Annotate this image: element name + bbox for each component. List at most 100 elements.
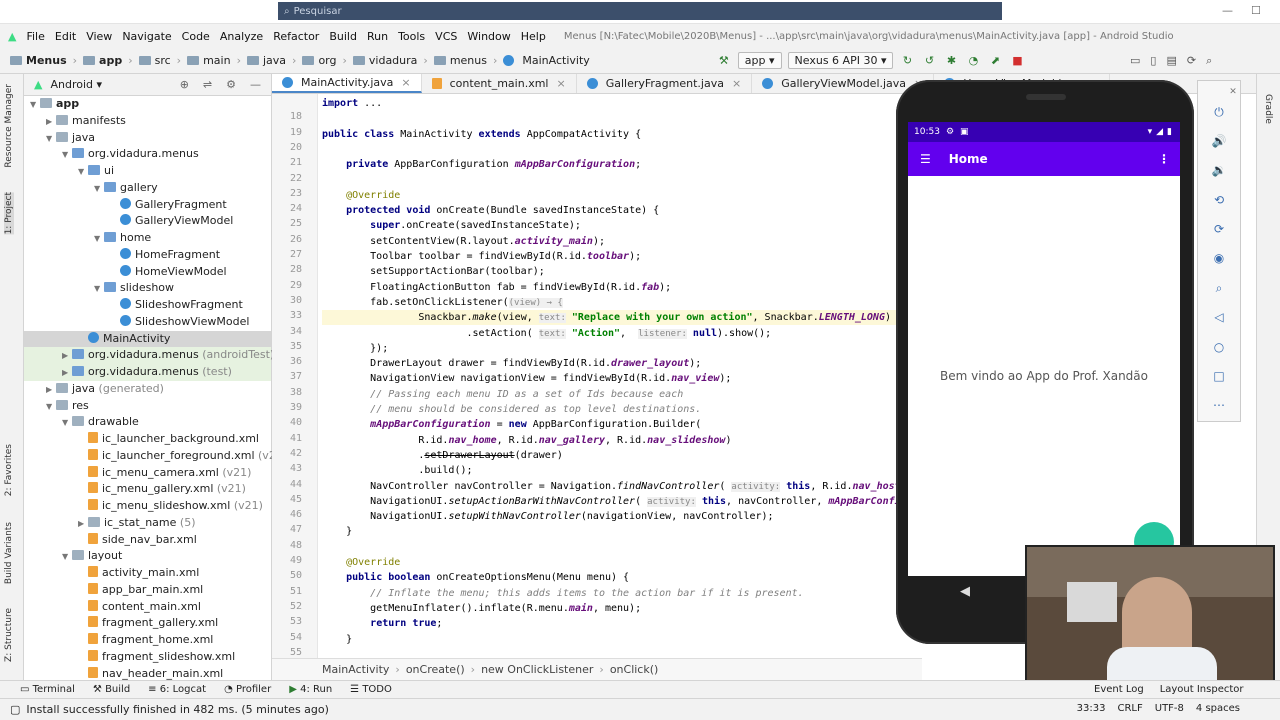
code-line[interactable]: } [322,632,352,647]
tree-item[interactable]: HomeFragment [24,247,271,264]
favorites-tab[interactable]: 2: Favorites [4,444,14,496]
stop-icon[interactable]: ■ [1009,53,1025,69]
sdk-manager-icon[interactable]: ▭ [1130,54,1140,68]
expand-arrow-icon[interactable]: ▶ [62,365,72,382]
tree-item[interactable]: fragment_home.xml [24,632,271,649]
code-line[interactable]: NavigationView navigationView = findView… [322,371,731,386]
tree-item[interactable]: ▼ home [24,230,271,247]
tree-item[interactable]: fragment_gallery.xml [24,615,271,632]
expand-arrow-icon[interactable]: ▼ [46,131,56,148]
line-separator[interactable]: CRLF [1117,703,1142,714]
code-line[interactable]: public boolean onCreateOptionsMenu(Menu … [322,570,629,585]
code-line[interactable]: fab.setOnClickListener((view) → { [322,295,563,310]
tree-item[interactable]: ic_menu_gallery.xml (v21) [24,481,271,498]
tree-item[interactable]: app_bar_main.xml [24,582,271,599]
code-line[interactable]: }); [322,341,388,356]
code-line[interactable]: super.onCreate(savedInstanceState); [322,218,581,233]
tree-item[interactable]: ▶ manifests [24,113,271,130]
project-tab[interactable]: 1: Project [4,192,14,235]
editor-tab[interactable]: content_main.xml × [422,74,577,93]
structure-tab[interactable]: Z: Structure [4,608,14,662]
crumb-onclick[interactable]: onClick() [610,663,659,676]
sync-icon[interactable]: ⟳ [1187,54,1196,68]
tree-item[interactable]: MainActivity [24,330,271,348]
camera-icon[interactable]: ◉ [1208,247,1230,269]
build-tab[interactable]: ⚒ Build [93,684,130,695]
zoom-icon[interactable]: ⌕ [1208,277,1230,299]
minimize-icon[interactable]: — [1222,4,1233,17]
code-line[interactable]: mAppBarConfiguration = new AppBarConfigu… [322,417,701,432]
expand-arrow-icon[interactable]: ▶ [46,382,56,399]
volume-up-icon[interactable]: 🔊 [1208,130,1230,152]
overflow-menu-icon[interactable]: ⋮ [1158,152,1180,166]
tree-item[interactable]: ▶ ic_stat_name (5) [24,515,271,532]
layout-icon[interactable]: ▤ [1166,54,1176,68]
code-line[interactable]: Snackbar.make(view, text: "Replace with … [322,310,942,326]
crumb-mainactivity[interactable]: MainActivity [503,54,590,67]
menu-file[interactable]: File [26,30,44,43]
expand-arrow-icon[interactable]: ▶ [78,516,88,533]
code-line[interactable]: private AppBarConfiguration mAppBarConfi… [322,157,641,172]
code-line[interactable]: R.id.nav_home, R.id.nav_gallery, R.id.na… [322,433,731,448]
editor-tab[interactable]: MainActivity.java × [272,74,422,93]
menu-code[interactable]: Code [182,30,210,43]
crumb-app[interactable]: app [83,54,122,67]
tree-item[interactable]: ▼ drawable [24,414,271,431]
caret-position[interactable]: 33:33 [1077,703,1106,714]
code-line[interactable]: return true; [322,616,442,631]
expand-arrow-icon[interactable]: ▶ [62,348,72,365]
code-line[interactable]: // menu should be considered as top leve… [322,402,701,417]
code-line[interactable]: NavigationUI.setupActionBarWithNavContro… [322,494,919,509]
tree-item[interactable]: ic_menu_camera.xml (v21) [24,465,271,482]
code-line[interactable]: @Override [322,555,400,570]
power-icon[interactable]: ⏻ [1208,101,1230,123]
project-view-select[interactable]: Android ▾ [50,78,102,91]
crumb-class[interactable]: MainActivity [322,663,389,676]
tree-item[interactable]: activity_main.xml [24,565,271,582]
rerun-icon[interactable]: ↻ [899,53,915,69]
tree-item[interactable]: content_main.xml [24,599,271,616]
emulator-screen[interactable]: 10:53 ⚙ ▣ ▾ ◢ ▮ ☰ Home ⋮ Bem vindo ao Ap… [908,122,1180,576]
indent-setting[interactable]: 4 spaces [1196,703,1240,714]
hide-panel-icon[interactable]: — [250,78,261,91]
volume-down-icon[interactable]: 🔉 [1208,159,1230,181]
run-config-select[interactable]: app ▾ [737,52,782,69]
avd-manager-icon[interactable]: ▯ [1150,54,1156,68]
expand-arrow-icon[interactable]: ▶ [46,114,56,131]
layout-inspector-tab[interactable]: Layout Inspector [1160,684,1244,695]
menu-navigate[interactable]: Navigate [122,30,171,43]
menu-vcs[interactable]: VCS [435,30,457,43]
more-icon[interactable]: ⋯ [1208,394,1230,416]
expand-arrow-icon[interactable]: ▼ [46,399,56,416]
back-nav-icon[interactable]: ◀ [960,584,970,599]
expand-arrow-icon[interactable]: ▼ [94,231,104,248]
menu-help[interactable]: Help [521,30,546,43]
tree-item[interactable]: ic_menu_slideshow.xml (v21) [24,498,271,515]
search-box[interactable]: ⌕ Pesquisar [278,2,1002,20]
expand-arrow-icon[interactable]: ▼ [62,549,72,566]
hammer-icon[interactable]: ⚒ [716,53,732,69]
tree-item[interactable]: ▶ java (generated) [24,381,271,398]
crumb-listener[interactable]: new OnClickListener [481,663,593,676]
menu-tools[interactable]: Tools [398,30,425,43]
crumb-main[interactable]: main [187,54,231,67]
global-search-icon[interactable]: ⌕ [1206,54,1212,68]
profiler-tab[interactable]: ◔ Profiler [224,684,271,695]
todo-tab[interactable]: ☰ TODO [350,684,392,695]
maximize-icon[interactable]: ☐ [1251,4,1261,17]
tree-item[interactable]: ▼ java [24,130,271,147]
terminal-tab[interactable]: ▭ Terminal [20,684,75,695]
crumb-org[interactable]: org [302,54,336,67]
tree-item[interactable]: ic_launcher_background.xml [24,431,271,448]
home-icon[interactable]: ○ [1208,336,1230,358]
tree-item[interactable]: ▼ app [24,96,271,113]
crumb-method[interactable]: onCreate() [406,663,465,676]
gradle-tab[interactable]: Gradle [1263,94,1273,124]
debug-icon[interactable]: ✱ [943,53,959,69]
crumb-src[interactable]: src [138,54,171,67]
menu-build[interactable]: Build [329,30,357,43]
tree-item[interactable]: GalleryFragment [24,197,271,214]
logcat-tab[interactable]: ≡ 6: Logcat [148,684,206,695]
file-encoding[interactable]: UTF-8 [1155,703,1184,714]
menu-view[interactable]: View [86,30,112,43]
